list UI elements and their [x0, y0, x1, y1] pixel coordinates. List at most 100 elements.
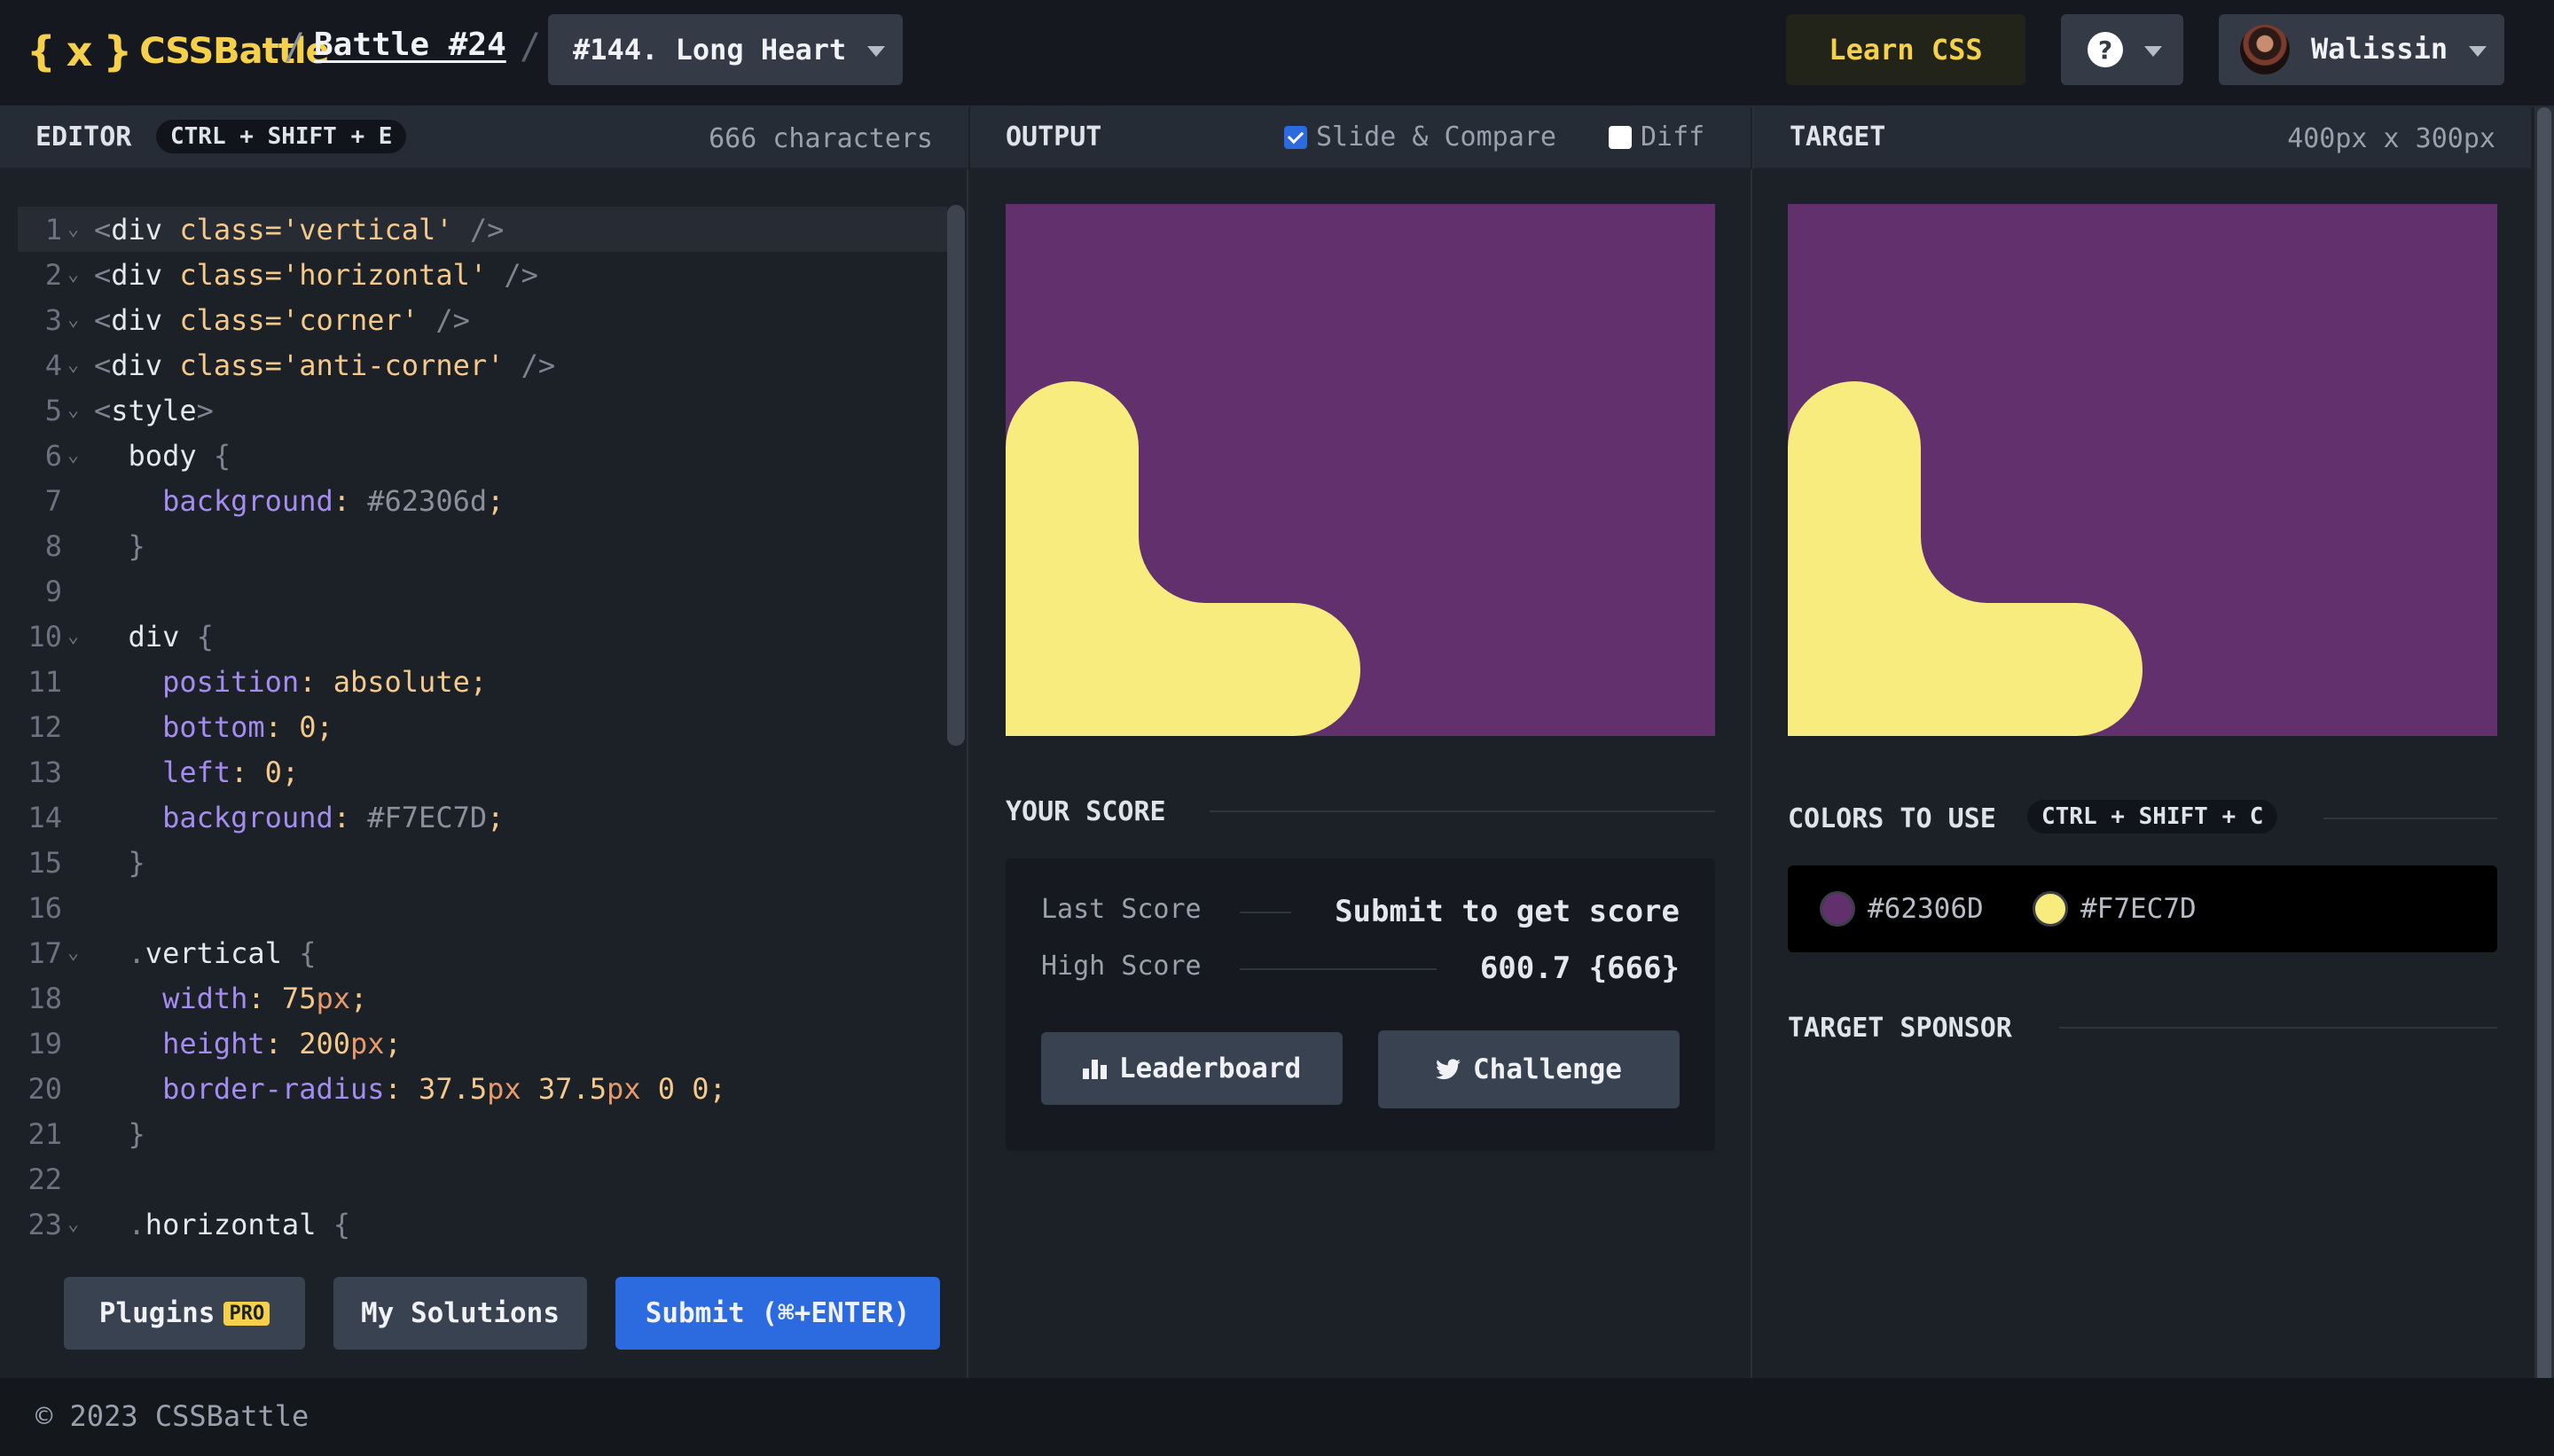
plugins-button[interactable]: Plugins PRO — [64, 1277, 305, 1350]
code-line[interactable]: 18 width: 75px; — [0, 975, 947, 1021]
top-bar: { x } CSSBattle / Battle #24 / #144. Lon… — [0, 0, 2554, 107]
submit-button[interactable]: Submit (⌘+ENTER) — [615, 1277, 940, 1350]
code-line[interactable]: 7 background: #62306d; — [0, 478, 947, 523]
page-scrollbar-thumb[interactable] — [2537, 107, 2551, 1393]
target-selector-label: #144. Long Heart — [573, 33, 847, 67]
high-score-label: High Score — [1041, 951, 1202, 982]
color-swatch[interactable]: #62306D — [1820, 891, 1984, 927]
code-text: <div class='vertical' /> — [94, 212, 505, 247]
colors-title: COLORS TO USE — [1788, 803, 1996, 834]
fold-chevron-icon[interactable]: ⌄ — [67, 1213, 79, 1235]
code-line[interactable]: 22 — [0, 1156, 947, 1202]
code-line[interactable]: 20 border-radius: 37.5px 37.5px 0 0; — [0, 1066, 947, 1111]
target-header: TARGET 400px x 300px — [1752, 107, 2531, 169]
character-count: 666 characters — [709, 123, 933, 154]
high-score-value: 600.7 {666} — [1479, 951, 1680, 986]
challenge-label: Challenge — [1473, 1053, 1622, 1085]
fold-chevron-icon[interactable]: ⌄ — [67, 399, 79, 421]
fold-chevron-icon[interactable]: ⌄ — [67, 218, 79, 240]
fold-chevron-icon[interactable]: ⌄ — [67, 354, 79, 376]
code-line[interactable]: 8 } — [0, 523, 947, 568]
code-line[interactable]: 19 height: 200px; — [0, 1021, 947, 1066]
line-number: 3 — [44, 302, 62, 337]
code-line[interactable]: 15 } — [0, 840, 947, 885]
divider — [1240, 912, 1291, 913]
heart-anti-corner-shape — [1139, 470, 1272, 603]
code-text: height: 200px; — [94, 1026, 402, 1061]
code-line[interactable]: 11 position: absolute; — [0, 659, 947, 704]
fold-chevron-icon[interactable]: ⌄ — [67, 625, 79, 647]
fold-chevron-icon[interactable]: ⌄ — [67, 309, 79, 331]
code-line[interactable]: 21 } — [0, 1111, 947, 1156]
code-lines[interactable]: 1 ⌄ <div class='vertical' /> 2 ⌄ <div class='… — [0, 207, 947, 1247]
line-number: 21 — [27, 1116, 62, 1151]
chevron-down-icon — [2144, 46, 2162, 57]
user-menu-button[interactable]: Walissin — [2219, 14, 2504, 85]
code-text: .horizontal { — [94, 1207, 350, 1241]
color-hex: #F7EC7D — [2080, 893, 2197, 925]
editor-scrollbar[interactable] — [947, 205, 965, 746]
code-text: position: absolute; — [94, 664, 488, 699]
color-dot — [2033, 891, 2068, 927]
page-scrollbar[interactable] — [2534, 107, 2554, 1393]
output-header: OUTPUT Slide & Compare Diff — [970, 107, 1751, 169]
line-number: 18 — [27, 981, 62, 1015]
code-line[interactable]: 14 background: #F7EC7D; — [0, 795, 947, 840]
line-number: 2 — [44, 257, 62, 292]
color-palette: #62306D #F7EC7D — [1788, 865, 2497, 952]
target-selector[interactable]: #144. Long Heart — [548, 14, 903, 85]
code-line[interactable]: 12 bottom: 0; — [0, 704, 947, 749]
slide-compare-checkbox[interactable] — [1284, 125, 1307, 149]
code-editor[interactable]: 1 ⌄ <div class='vertical' /> 2 ⌄ <div class='… — [0, 169, 968, 1378]
code-line[interactable]: 2 ⌄ <div class='horizontal' /> — [0, 252, 947, 297]
code-line[interactable]: 5 ⌄ <style> — [0, 387, 947, 433]
slide-compare-toggle[interactable]: Slide & Compare — [1284, 121, 1556, 153]
help-icon: ? — [2088, 32, 2123, 67]
code-line[interactable]: 3 ⌄ <div class='corner' /> — [0, 297, 947, 342]
code-line[interactable]: 4 ⌄ <div class='anti-corner' /> — [0, 342, 947, 387]
leaderboard-button[interactable]: Leaderboard — [1041, 1032, 1343, 1105]
breadcrumb-separator: / — [284, 27, 306, 67]
color-hex: #62306D — [1868, 893, 1984, 925]
code-line[interactable]: 13 left: 0; — [0, 749, 947, 795]
code-text: bottom: 0; — [94, 709, 333, 744]
editor-actions: Plugins PRO My Solutions Submit (⌘+ENTER… — [0, 1277, 968, 1357]
fold-chevron-icon[interactable]: ⌄ — [67, 942, 79, 964]
high-score-row: High Score 600.7 {666} — [1041, 951, 1680, 986]
chevron-down-icon — [867, 46, 885, 57]
battle-link[interactable]: Battle #24 — [314, 27, 506, 63]
copyright-text: © 2023 CSSBattle — [35, 1399, 309, 1433]
fold-chevron-icon[interactable]: ⌄ — [67, 444, 79, 466]
code-text: body { — [94, 438, 231, 473]
my-solutions-button[interactable]: My Solutions — [333, 1277, 587, 1350]
output-preview[interactable] — [1006, 204, 1715, 736]
line-number: 14 — [27, 800, 62, 834]
code-line[interactable]: 1 ⌄ <div class='vertical' /> — [18, 207, 947, 252]
target-title: TARGET — [1790, 121, 1886, 153]
footer: © 2023 CSSBattle — [0, 1378, 2554, 1456]
colors-shortcut-badge: CTRL + SHIFT + C — [2027, 800, 2278, 834]
learn-css-button[interactable]: Learn CSS — [1786, 14, 2025, 85]
code-text: background: #F7EC7D; — [94, 800, 505, 834]
diff-checkbox[interactable] — [1609, 125, 1632, 149]
code-line[interactable]: 6 ⌄ body { — [0, 433, 947, 478]
color-dot — [1820, 891, 1855, 927]
code-line[interactable]: 16 — [0, 885, 947, 930]
fold-chevron-icon[interactable]: ⌄ — [67, 263, 79, 286]
code-line[interactable]: 17 ⌄ .vertical { — [0, 930, 947, 975]
line-number: 4 — [44, 348, 62, 382]
line-number: 20 — [27, 1071, 62, 1106]
line-number: 5 — [44, 393, 62, 427]
editor-shortcut-badge: CTRL + SHIFT + E — [156, 120, 407, 153]
challenge-button[interactable]: Challenge — [1378, 1030, 1680, 1108]
help-menu-button[interactable]: ? — [2061, 14, 2183, 85]
code-text: } — [94, 528, 145, 563]
code-line[interactable]: 9 — [0, 568, 947, 614]
diff-toggle[interactable]: Diff — [1609, 121, 1704, 153]
color-swatch[interactable]: #F7EC7D — [2033, 891, 2197, 927]
target-horizontal-shape — [1788, 603, 2143, 736]
code-text: <div class='horizontal' /> — [94, 257, 538, 292]
your-score-title: YOUR SCORE — [1006, 796, 1166, 827]
code-line[interactable]: 23 ⌄ .horizontal { — [0, 1202, 947, 1247]
code-line[interactable]: 10 ⌄ div { — [0, 614, 947, 659]
